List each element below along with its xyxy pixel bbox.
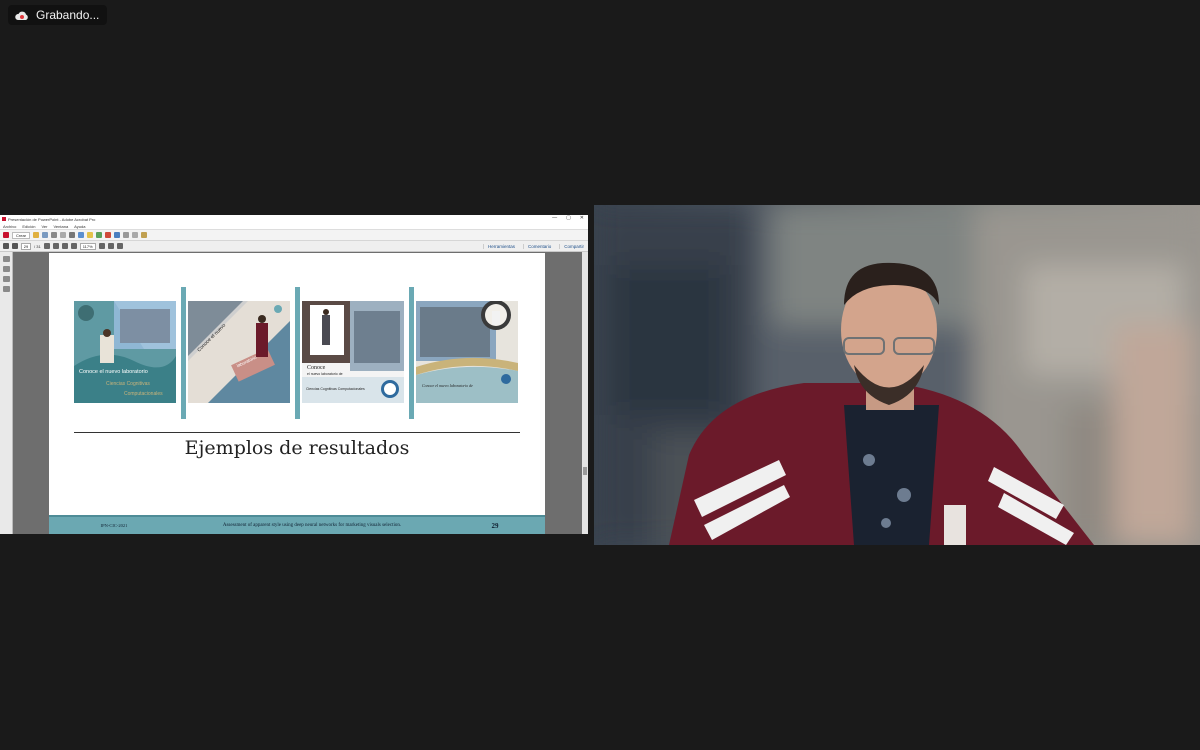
vertical-scrollbar[interactable] xyxy=(582,252,588,534)
create-button[interactable]: Crear xyxy=(12,231,31,239)
footer-paper-title: Assessment of apparent style using deep … xyxy=(222,522,402,528)
document-icon[interactable] xyxy=(78,232,85,238)
recording-label: Grabando... xyxy=(36,8,100,22)
fit-width-icon[interactable] xyxy=(107,243,114,249)
comment-icon[interactable] xyxy=(87,232,94,238)
print-icon[interactable] xyxy=(51,232,58,238)
card-1-sub1: Ciencias Cognitivas xyxy=(106,381,150,387)
window-title: Presentación de PowerPoint - Adobe Acrob… xyxy=(8,216,96,222)
scrollbar-thumb[interactable] xyxy=(583,467,587,475)
result-example-4: Conoce el nuevo laboratorio de xyxy=(416,301,518,403)
video-feed-image xyxy=(594,205,1200,545)
acrobat-icon xyxy=(2,217,6,221)
bookmarks-icon[interactable] xyxy=(2,266,10,272)
menu-archivo[interactable]: Archivo xyxy=(3,224,16,229)
menu-ayuda[interactable]: Ayuda xyxy=(74,224,85,229)
settings-icon[interactable] xyxy=(69,232,76,238)
create-pdf-icon[interactable] xyxy=(3,232,9,238)
next-page-icon[interactable] xyxy=(12,243,18,249)
card-4-title: Conoce el nuevo laboratorio de xyxy=(422,383,473,388)
form-icon[interactable] xyxy=(114,232,121,238)
shared-screen: Presentación de PowerPoint - Adobe Acrob… xyxy=(0,215,588,534)
signatures-icon[interactable] xyxy=(2,286,10,292)
email-icon[interactable] xyxy=(60,232,67,238)
footer-affiliation: IPN-CIC-2021 xyxy=(100,523,128,528)
attachments-icon[interactable] xyxy=(2,276,10,282)
card-1-artwork xyxy=(74,301,176,403)
divider-bar xyxy=(295,287,300,419)
menu-ventana[interactable]: Ventana xyxy=(53,224,68,229)
prev-page-icon[interactable] xyxy=(3,243,9,249)
share-tab[interactable]: Compartir xyxy=(559,244,584,249)
participant-video[interactable] xyxy=(594,205,1200,545)
sign-icon[interactable] xyxy=(141,232,148,238)
zoom-in-icon[interactable] xyxy=(70,243,77,249)
close-button[interactable]: ✕ xyxy=(580,215,584,221)
maximize-button[interactable]: ▢ xyxy=(566,215,571,221)
result-example-1: Conoce el nuevo laboratorio Ciencias Cog… xyxy=(74,301,176,403)
select-tool-icon[interactable] xyxy=(43,243,50,249)
divider-bar xyxy=(181,287,186,419)
cloud-record-icon xyxy=(14,9,30,21)
open-folder-icon[interactable] xyxy=(33,232,40,238)
comment-tab[interactable]: Comentario xyxy=(522,244,551,249)
zoom-out-icon[interactable] xyxy=(61,243,68,249)
card-1-sub2: Computacionales xyxy=(124,391,163,397)
zoom-level[interactable]: 117% xyxy=(79,242,96,250)
window-titlebar: Presentación de PowerPoint - Adobe Acrob… xyxy=(0,215,588,223)
stamp-icon[interactable] xyxy=(105,232,112,238)
card-3-sub1: el nuevo laboratorio de xyxy=(307,372,343,376)
save-icon[interactable] xyxy=(42,232,49,238)
export-icon[interactable] xyxy=(123,232,130,238)
card-3-title: Conoce xyxy=(307,365,326,371)
card-3-sub2: Ciencias Cognitivas Computacionales xyxy=(306,387,365,391)
result-example-3: Conoce el nuevo laboratorio de Ciencias … xyxy=(302,301,404,403)
recording-indicator[interactable]: Grabando... xyxy=(8,5,108,25)
title-rule xyxy=(74,432,520,433)
read-mode-icon[interactable] xyxy=(116,243,123,249)
fit-page-icon[interactable] xyxy=(98,243,105,249)
page-number-input[interactable]: 29 xyxy=(21,242,31,250)
review-icon[interactable] xyxy=(96,232,103,238)
navigation-pane xyxy=(0,252,13,534)
menu-bar: Archivo Edición Ver Ventana Ayuda xyxy=(0,223,588,230)
combine-icon[interactable] xyxy=(132,232,139,238)
pages-icon[interactable] xyxy=(2,256,10,262)
menu-ver[interactable]: Ver xyxy=(41,224,47,229)
tools-tab[interactable]: Herramientas xyxy=(482,244,515,249)
slide-footer: IPN-CIC-2021 Assessment of apparent styl… xyxy=(49,515,545,534)
slide-title: Ejemplos de resultados xyxy=(184,437,410,459)
footer-page-number: 29 xyxy=(491,521,499,530)
card-2-artwork xyxy=(188,301,290,403)
result-example-2: Conoce el nuevo laboratorio xyxy=(188,301,290,403)
hand-tool-icon[interactable] xyxy=(52,243,59,249)
presentation-slide: Conoce el nuevo laboratorio Ciencias Cog… xyxy=(49,253,545,534)
menu-edicion[interactable]: Edición xyxy=(22,224,35,229)
navigation-toolbar: 29 / 31 117% Herramientas Comentario Com… xyxy=(0,241,588,252)
main-toolbar: Crear xyxy=(0,230,588,241)
minimize-button[interactable]: — xyxy=(552,215,557,221)
card-1-title: Conoce el nuevo laboratorio xyxy=(79,369,148,375)
page-total: / 31 xyxy=(34,243,41,249)
divider-bar xyxy=(409,287,414,419)
